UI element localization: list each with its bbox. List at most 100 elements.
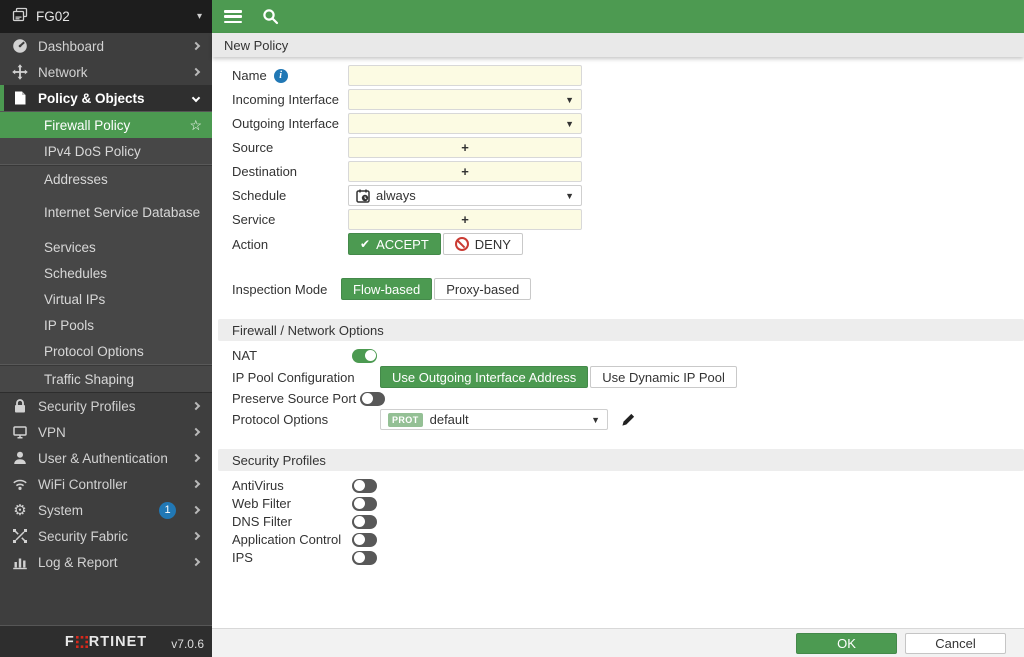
- ip-pool-outgoing-button[interactable]: Use Outgoing Interface Address: [380, 366, 588, 388]
- protocol-options-select[interactable]: PROT default ▼: [380, 409, 608, 430]
- sidebar-item-security-fabric[interactable]: Security Fabric: [0, 523, 212, 549]
- sidebar-item-policy-objects[interactable]: Policy & Objects: [0, 85, 212, 111]
- name-input[interactable]: [348, 65, 582, 86]
- incoming-interface-select[interactable]: ▼: [348, 89, 582, 110]
- topbar: [212, 0, 1024, 33]
- chevron-right-icon: [192, 506, 200, 514]
- info-icon[interactable]: i: [274, 69, 288, 83]
- section-header-security-profiles: Security Profiles: [218, 449, 1024, 471]
- check-icon: ✔: [360, 237, 370, 251]
- sidebar-item-security-profiles[interactable]: Security Profiles: [0, 393, 212, 419]
- outgoing-interface-row: Outgoing Interface ▼: [232, 113, 1024, 134]
- lock-icon: [12, 398, 28, 414]
- sidebar-item-firewall-policy[interactable]: Firewall Policy ☆: [0, 112, 212, 138]
- protocol-options-row: Protocol Options PROT default ▼: [232, 409, 1024, 430]
- sidebar-item-wifi-controller[interactable]: WiFi Controller: [0, 471, 212, 497]
- sidebar-item-services[interactable]: Services: [0, 234, 212, 260]
- firmware-version: v7.0.6: [171, 637, 204, 651]
- fortinet-logo: F RTINET: [65, 634, 147, 650]
- sidebar-item-system[interactable]: ⚙ System 1: [0, 497, 212, 523]
- action-deny-button[interactable]: DENY: [443, 233, 523, 255]
- inspection-proxy-based-button[interactable]: Proxy-based: [434, 278, 531, 300]
- sidebar-item-protocol-options[interactable]: Protocol Options: [0, 338, 212, 364]
- sidebar-item-log-report[interactable]: Log & Report: [0, 549, 212, 575]
- preserve-source-port-label: Preserve Source Port: [232, 391, 356, 406]
- application-control-toggle[interactable]: [352, 533, 377, 547]
- edit-pencil-icon[interactable]: [621, 412, 636, 427]
- dns-filter-toggle[interactable]: [352, 515, 377, 529]
- dashboard-icon: [12, 38, 28, 54]
- source-add-box[interactable]: +: [348, 137, 582, 158]
- search-icon[interactable]: [262, 8, 279, 25]
- destination-row: Destination +: [232, 161, 1024, 182]
- chevron-right-icon: [192, 68, 200, 76]
- plus-icon: +: [461, 164, 469, 179]
- action-accept-button[interactable]: ✔ ACCEPT: [348, 233, 441, 255]
- chevron-right-icon: [192, 454, 200, 462]
- web-filter-label: Web Filter: [232, 496, 348, 511]
- ip-pool-dynamic-button[interactable]: Use Dynamic IP Pool: [590, 366, 737, 388]
- sidebar-item-schedules[interactable]: Schedules: [0, 260, 212, 286]
- schedule-calendar-icon: [356, 189, 370, 203]
- inspection-mode-label: Inspection Mode: [232, 282, 341, 297]
- source-row: Source +: [232, 137, 1024, 158]
- outgoing-interface-select[interactable]: ▼: [348, 113, 582, 134]
- nat-toggle[interactable]: [352, 349, 377, 363]
- sidebar-item-internet-service-database[interactable]: Internet Service Database: [0, 192, 212, 234]
- caret-down-icon: ▼: [591, 415, 600, 425]
- application-control-row: Application Control: [232, 532, 1024, 547]
- incoming-interface-row: Incoming Interface ▼: [232, 89, 1024, 110]
- sidebar-item-user-authentication[interactable]: User & Authentication: [0, 445, 212, 471]
- ips-toggle[interactable]: [352, 551, 377, 565]
- ips-row: IPS: [232, 550, 1024, 565]
- ips-label: IPS: [232, 550, 348, 565]
- ip-pool-row: IP Pool Configuration Use Outgoing Inter…: [232, 366, 1024, 388]
- wifi-icon: [12, 476, 28, 492]
- antivirus-row: AntiVirus: [232, 478, 1024, 493]
- cancel-button[interactable]: Cancel: [905, 633, 1006, 654]
- dns-filter-row: DNS Filter: [232, 514, 1024, 529]
- preserve-source-port-toggle[interactable]: [360, 392, 385, 406]
- protocol-options-value: default: [430, 412, 469, 427]
- system-notification-badge: 1: [159, 502, 176, 519]
- antivirus-label: AntiVirus: [232, 478, 348, 493]
- device-selector[interactable]: FG02 ▾: [0, 0, 212, 33]
- sidebar-item-network[interactable]: Network: [0, 59, 212, 85]
- sidebar-item-traffic-shaping[interactable]: Traffic Shaping: [0, 366, 212, 392]
- service-add-box[interactable]: +: [348, 209, 582, 230]
- ok-button[interactable]: OK: [796, 633, 897, 654]
- favorite-star-icon[interactable]: ☆: [189, 117, 202, 134]
- plus-icon: +: [461, 140, 469, 155]
- device-icon: [12, 7, 28, 26]
- sidebar-item-ipv4-dos-policy[interactable]: IPv4 DoS Policy: [0, 138, 212, 164]
- chevron-right-icon: [192, 42, 200, 50]
- menu-hamburger-icon[interactable]: [224, 10, 242, 23]
- protocol-options-label: Protocol Options: [232, 412, 380, 427]
- sidebar-item-ip-pools[interactable]: IP Pools: [0, 312, 212, 338]
- sidebar-item-dashboard[interactable]: Dashboard: [0, 33, 212, 59]
- web-filter-row: Web Filter: [232, 496, 1024, 511]
- schedule-select[interactable]: always ▼: [348, 185, 582, 206]
- nat-row: NAT: [232, 348, 1024, 363]
- page-title-bar: New Policy: [212, 33, 1024, 57]
- action-label: Action: [232, 237, 348, 252]
- antivirus-toggle[interactable]: [352, 479, 377, 493]
- web-filter-toggle[interactable]: [352, 497, 377, 511]
- sidebar-item-virtual-ips[interactable]: Virtual IPs: [0, 286, 212, 312]
- section-header-firewall-network-options: Firewall / Network Options: [218, 319, 1024, 341]
- sidebar: FG02 ▾ Dashboard Network: [0, 0, 212, 657]
- action-row: Action ✔ ACCEPT DENY: [232, 233, 1024, 255]
- sidebar-item-addresses[interactable]: Addresses: [0, 166, 212, 192]
- device-hostname: FG02: [36, 9, 189, 24]
- fortigate-app: FG02 ▾ Dashboard Network: [0, 0, 1024, 657]
- inspection-mode-row: Inspection Mode Flow-based Proxy-based: [232, 278, 1024, 300]
- destination-add-box[interactable]: +: [348, 161, 582, 182]
- name-label: Name: [232, 68, 267, 83]
- chevron-right-icon: [192, 402, 200, 410]
- policy-objects-submenu: Firewall Policy ☆ IPv4 DoS Policy Addres…: [0, 111, 212, 393]
- monitor-icon: [12, 424, 28, 440]
- sidebar-item-vpn[interactable]: VPN: [0, 419, 212, 445]
- inspection-flow-based-button[interactable]: Flow-based: [341, 278, 432, 300]
- schedule-label: Schedule: [232, 188, 348, 203]
- service-row: Service +: [232, 209, 1024, 230]
